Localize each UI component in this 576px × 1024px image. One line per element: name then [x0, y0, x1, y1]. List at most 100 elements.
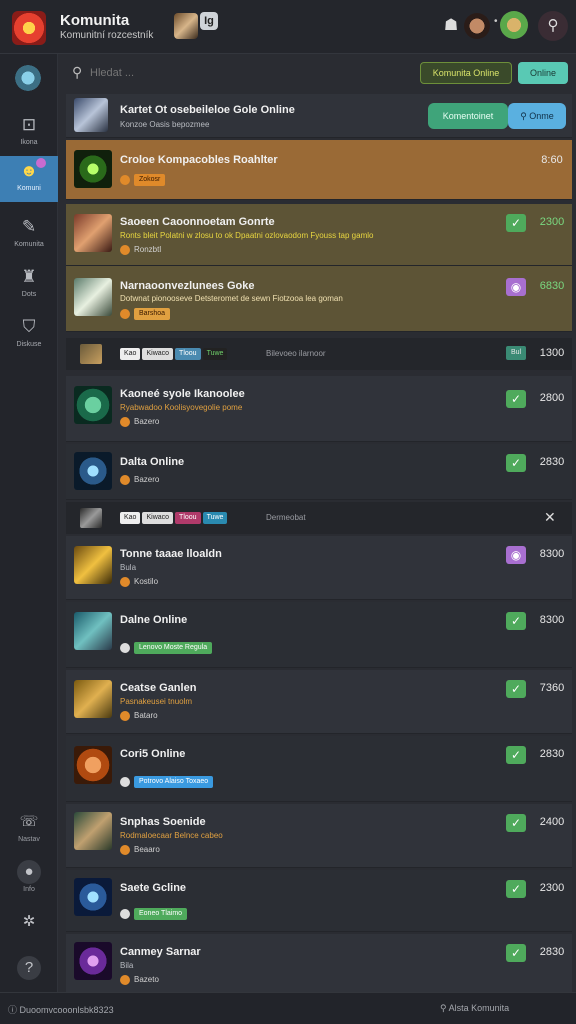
user-avatar[interactable] [174, 13, 198, 39]
featured-thumbnail [74, 98, 108, 132]
server-row[interactable]: Cori5 Online Potrovo Alaiso Toxaeo ✓ 283… [66, 736, 572, 802]
footer-links-text: Alsta Komunita [448, 1003, 510, 1013]
sidebar-item-komuni[interactable]: ☻ Komuni [0, 156, 58, 202]
online-button[interactable]: Online [518, 62, 568, 84]
game-icon: ♜ [21, 267, 37, 286]
join-button[interactable]: Komunita Online [420, 62, 512, 84]
server-row[interactable]: Narnaoonvezlunees Goke Dotwnat pionoosev… [66, 266, 572, 332]
server-description: Pasnakeusei tnuolm [120, 697, 193, 706]
server-name: Dalta Online [120, 456, 185, 468]
server-thumbnail [74, 612, 112, 650]
footer-status-text: Duoomvcooonlsbk8323 [19, 1005, 114, 1015]
server-tag: Potrovo Alaiso Toxaeo [120, 776, 216, 788]
server-name: Snphas Soenide [120, 816, 206, 828]
server-tag: Zokosr [120, 174, 168, 186]
server-description: Bila [120, 961, 134, 970]
member-count: 2300 [539, 882, 565, 894]
sidebar-item-label: Dots [21, 291, 37, 298]
sidebar-item-label: Info [23, 886, 35, 893]
sidebar-item-label: Diskuse [16, 341, 42, 348]
support-icon: ☏ [19, 813, 39, 830]
search-icon[interactable]: ⚲ [538, 11, 568, 41]
featured-row[interactable]: Kartet Ot osebeileloe Gole Online Konzoe… [66, 94, 572, 138]
server-thumbnail [74, 746, 112, 784]
server-row[interactable]: Dalne Online Lenovo Moste Regula ✓ 8300 [66, 602, 572, 668]
server-description: Bula [120, 563, 137, 572]
sidebar-item-diskuse[interactable]: ⛉ Diskuse [0, 312, 58, 358]
shield-icon: ⛉ [22, 317, 36, 336]
verified-icon: ✓ [506, 390, 526, 408]
app-logo[interactable] [12, 11, 46, 45]
server-row[interactable]: Kaoneé syole Ikanoolee Ryabwadoo Koolisy… [66, 376, 572, 442]
server-tag: Barshoa [120, 308, 173, 320]
profile-avatar[interactable] [500, 11, 528, 39]
search-icon: ⚲ [520, 111, 530, 121]
server-thumbnail [74, 452, 112, 490]
verified-icon: ✓ [506, 680, 526, 698]
close-icon[interactable]: ✕ [544, 509, 556, 526]
friend-avatar[interactable] [464, 13, 490, 39]
server-thumbnail [74, 150, 112, 188]
sidebar-item-label: Komuni [17, 185, 41, 192]
server-row[interactable]: Tonne taaae lloaldn Bula Kostilo ◉ 8300 [66, 536, 572, 600]
filter-button[interactable]: Komentoinet [428, 103, 508, 129]
verified-icon: ✓ [506, 880, 526, 898]
sidebar-bottom-settings[interactable]: ✲ [0, 910, 58, 934]
member-count: 8300 [539, 614, 565, 626]
compact-tags: Kao Kiwaco Tloou Tuwe [120, 512, 229, 524]
server-thumbnail [74, 812, 112, 850]
sidebar-item-dots[interactable]: ♜ Dots [0, 262, 58, 308]
member-count: 7360 [539, 682, 565, 694]
compact-row[interactable]: Kao Kiwaco Tloou Tuwe Bilevoeo ilarnoor Bul… [66, 338, 572, 370]
member-count: 2830 [539, 748, 565, 760]
member-count: 6830 [539, 280, 565, 292]
server-name: Dalne Online [120, 614, 188, 626]
compact-thumbnail [80, 508, 102, 528]
server-tag: Kostilo [120, 576, 158, 588]
people-icon[interactable]: ☗ [438, 13, 464, 39]
server-row[interactable]: Dalta Online Bazero ✓ 2830 [66, 444, 572, 500]
sidebar-item-komunita[interactable]: ✎ Komunita [0, 212, 58, 258]
server-thumbnail [74, 386, 112, 424]
server-name: Saete Gcline [120, 882, 187, 894]
server-tag: Lenovo Moste Regula [120, 642, 215, 654]
server-row[interactable]: Ceatse Ganlen Pasnakeusei tnuolm Bataro … [66, 670, 572, 734]
search-button[interactable]: ⚲ Onme [508, 103, 566, 129]
member-count: 2830 [539, 946, 565, 958]
app-subtitle: Komunitní rozcestník [60, 30, 154, 41]
server-tag: Bataro [120, 710, 158, 722]
verified-icon: ✓ [506, 214, 526, 232]
server-description: Dotwnat pionooseve Detsteromet de sewn F… [120, 294, 343, 303]
search-input[interactable] [90, 63, 290, 83]
server-tag: Bazero [120, 416, 159, 428]
sidebar-item-ikona[interactable]: ⊡ Ikona [0, 110, 58, 156]
server-tag: Eoneo Tlaimo [120, 908, 190, 920]
search-icon: ⚲ [72, 64, 83, 80]
member-count: 2800 [539, 392, 565, 404]
server-thumbnail [74, 278, 112, 316]
server-row[interactable]: Saete Gcline Eoneo Tlaimo ✓ 2300 [66, 870, 572, 932]
member-count: 2830 [539, 456, 565, 468]
compact-row[interactable]: Kao Kiwaco Tloou Tuwe Dermeobat ✕ [66, 502, 572, 534]
server-row[interactable]: Croloe Kompacobles Roahlter Zokosr 8:60 [66, 140, 572, 200]
server-row[interactable]: Saoeen Caoonnoetam Gonrte Ronts bleit Po… [66, 204, 572, 266]
footer-links[interactable]: ⚲ Alsta Komunita [440, 1003, 509, 1014]
compact-badge: Bul [506, 346, 526, 360]
inbox-icon: ⊡ [21, 115, 37, 134]
server-thumbnail [74, 878, 112, 916]
search-button-label: Onme [529, 111, 554, 121]
avatar-badge[interactable]: Ig [200, 12, 218, 30]
server-tag: Ronzbtl [120, 244, 161, 256]
globe-icon[interactable] [12, 64, 44, 92]
verified-icon: ✓ [506, 746, 526, 764]
sidebar-bottom-info[interactable]: ● Info [0, 860, 58, 893]
verified-icon: ✓ [506, 814, 526, 832]
member-count: 8300 [539, 548, 565, 560]
sidebar-bottom-support[interactable]: ☏ Nastav [0, 810, 58, 843]
server-row[interactable]: Snphas Soenide Rodmaloecaar Belnce cabeo… [66, 804, 572, 868]
server-row[interactable]: Canmey Sarnar Bila Bazeto ✓ 2830 [66, 934, 572, 992]
member-count: 1300 [539, 347, 565, 359]
sidebar-bottom-help[interactable]: ? [0, 956, 58, 980]
status-bar: ⓘ Duoomvcooonlsbk8323 ⚲ Alsta Komunita [0, 992, 576, 1024]
notification-dot [36, 158, 46, 168]
